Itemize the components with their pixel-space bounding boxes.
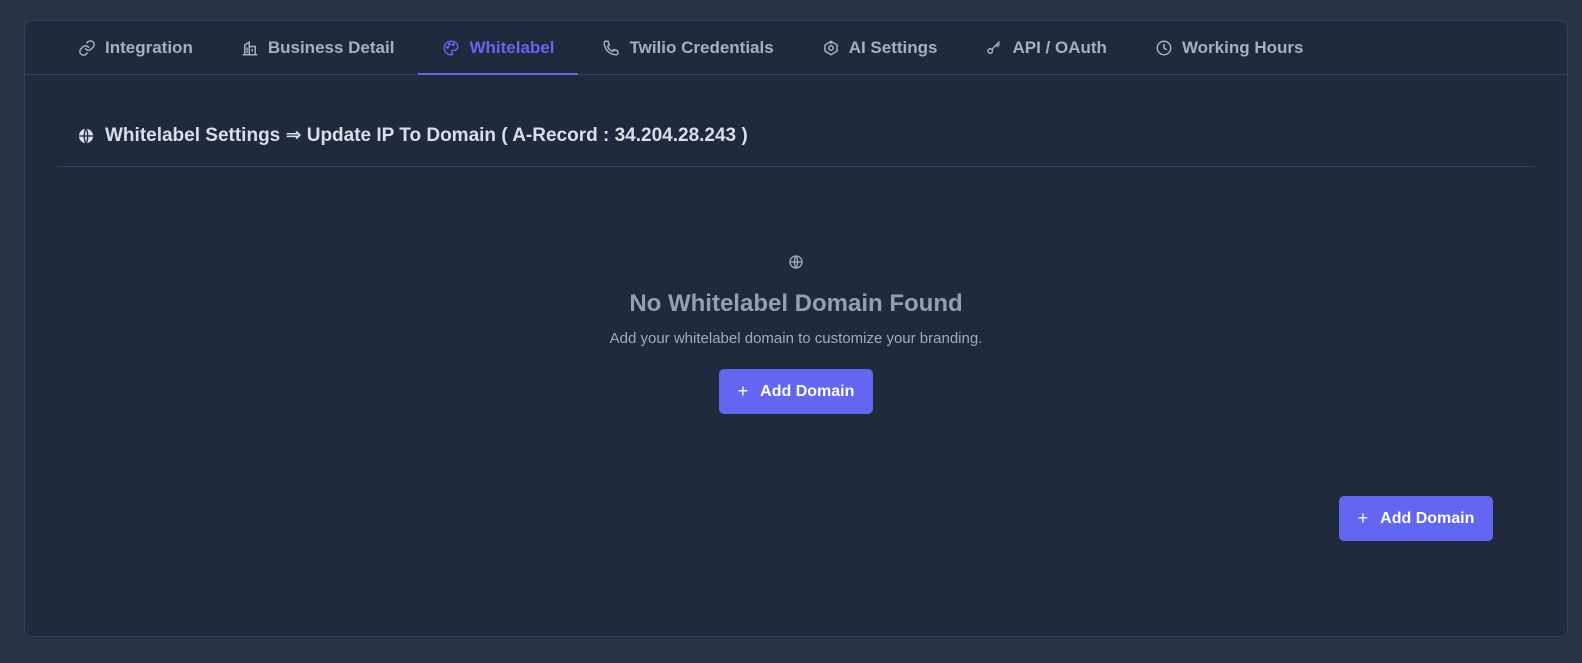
section-title-text: Whitelabel Settings ⇒ Update IP To Domai… — [105, 125, 748, 146]
building-icon — [241, 39, 259, 57]
empty-state-title: No Whitelabel Domain Found — [629, 290, 963, 317]
tab-label: Twilio Credentials — [629, 37, 774, 57]
plus-icon: + — [1357, 508, 1369, 528]
tab-working-hours[interactable]: Working Hours — [1131, 21, 1328, 74]
tab-label: Business Detail — [267, 37, 395, 57]
section-title: Whitelabel Settings ⇒ Update IP To Domai… — [77, 124, 748, 147]
globe-icon — [77, 127, 95, 145]
add-domain-label: Add Domain — [1380, 509, 1475, 527]
palette-icon — [442, 39, 460, 57]
empty-state-subtitle: Add your whitelabel domain to customize … — [609, 330, 983, 347]
clock-icon — [1155, 39, 1173, 57]
plus-icon: + — [737, 381, 749, 401]
robot-icon — [822, 39, 840, 57]
tab-integration[interactable]: Integration — [54, 21, 217, 74]
phone-icon — [602, 39, 620, 57]
link-icon — [78, 39, 96, 57]
tab-api-oauth[interactable]: API / OAuth — [961, 21, 1130, 74]
add-domain-label: Add Domain — [760, 382, 855, 400]
tab-label: API / OAuth — [1012, 37, 1107, 57]
tab-label: Working Hours — [1181, 37, 1304, 57]
settings-panel: Integration Business Detail Whitelabel T… — [24, 20, 1568, 637]
tab-label: Integration — [105, 37, 193, 57]
section-divider — [57, 166, 1535, 167]
tab-ai-settings[interactable]: AI Settings — [798, 21, 962, 74]
empty-state: No Whitelabel Domain Found Add your whit… — [25, 254, 1567, 414]
tab-twilio-credentials[interactable]: Twilio Credentials — [578, 21, 797, 74]
add-domain-button[interactable]: + Add Domain — [719, 369, 873, 414]
key-icon — [985, 39, 1003, 57]
globe-icon — [788, 254, 804, 270]
tab-whitelabel[interactable]: Whitelabel — [418, 21, 579, 75]
settings-tabs: Integration Business Detail Whitelabel T… — [25, 21, 1567, 75]
tab-business-detail[interactable]: Business Detail — [217, 21, 419, 74]
tab-label: Whitelabel — [469, 37, 555, 57]
add-domain-button-footer[interactable]: + Add Domain — [1339, 496, 1493, 541]
tab-label: AI Settings — [848, 37, 938, 57]
